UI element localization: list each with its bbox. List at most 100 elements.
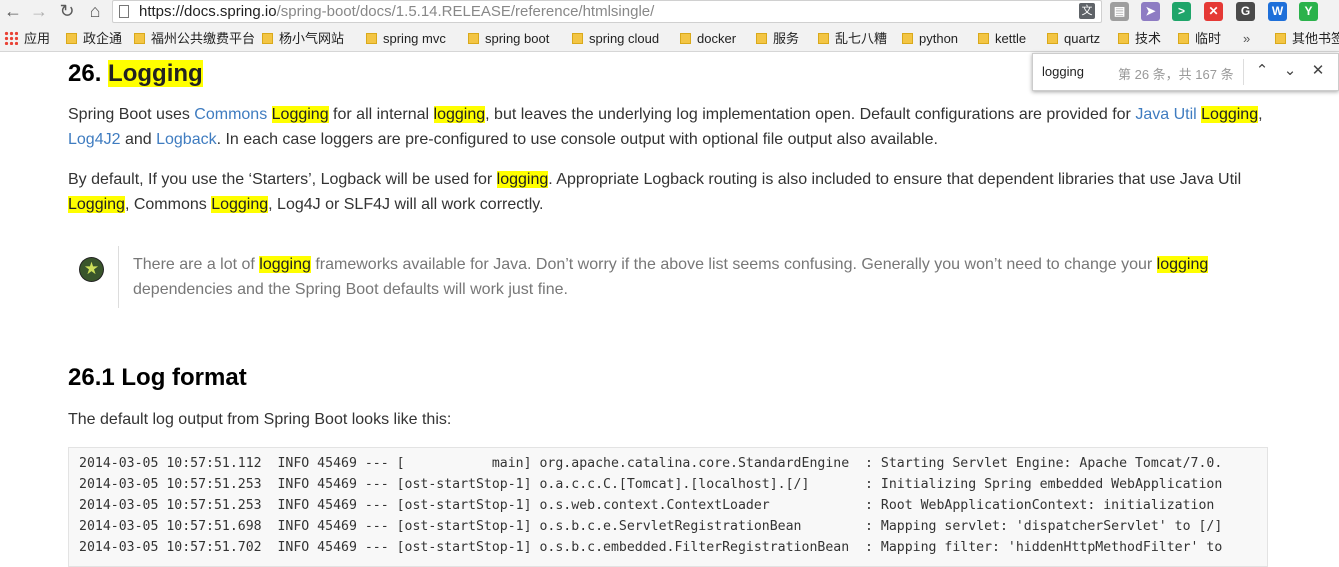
bookmark-label: 技术: [1135, 31, 1162, 46]
page-icon: [119, 5, 129, 18]
code-line: 2014-03-05 10:57:51.253 INFO 45469 --- […: [79, 477, 1223, 492]
text: , Log4J or SLF4J will all work correctly…: [268, 196, 544, 213]
tip-text: There are a lot of logging frameworks av…: [133, 252, 1263, 302]
find-close-button[interactable]: ✕: [1307, 60, 1329, 82]
link-text: Java Util: [1135, 106, 1197, 123]
search-highlight: Logging: [271, 106, 329, 123]
address-bar[interactable]: https://docs.spring.io/spring-boot/docs/…: [112, 0, 1102, 23]
bookmark-folder[interactable]: kettle: [978, 30, 1026, 48]
section-title: Logging: [108, 60, 203, 87]
ext-doc-icon[interactable]: ▤: [1110, 2, 1129, 21]
apps-grid-icon: [4, 31, 18, 45]
folder-icon: [1047, 33, 1058, 44]
folder-icon: [1275, 33, 1286, 44]
search-highlight: logging: [259, 256, 311, 273]
search-highlight: Logging: [1201, 106, 1259, 123]
commons-logging-link[interactable]: Commons Logging: [194, 106, 329, 123]
url-text[interactable]: https://docs.spring.io/spring-boot/docs/…: [139, 3, 654, 20]
bookmark-label: 杨小气网站: [279, 31, 345, 46]
ext-cursor-icon[interactable]: ➤: [1141, 2, 1160, 21]
bookmark-folder[interactable]: 技术: [1118, 30, 1161, 48]
bookmark-label: 政企通: [83, 31, 123, 46]
ext-terminal-icon[interactable]: >: [1172, 2, 1191, 21]
log-format-intro: The default log output from Spring Boot …: [68, 411, 452, 428]
starters-paragraph: By default, If you use the ‘Starters’, L…: [68, 167, 1268, 217]
apps-shortcut[interactable]: 应用: [4, 30, 50, 48]
text: There are a lot of: [133, 256, 260, 273]
folder-icon: [1118, 33, 1129, 44]
text: dependencies and the Spring Boot default…: [133, 281, 568, 298]
text: . Appropriate Logback routing is also in…: [548, 171, 1242, 188]
bookmarks-overflow-button[interactable]: »: [1243, 30, 1250, 48]
text: , but leaves the underlying log implemen…: [485, 106, 1136, 123]
bookmark-folder[interactable]: 福州公共缴费平台: [134, 30, 255, 48]
folder-icon: [134, 33, 145, 44]
find-divider: [1243, 59, 1244, 85]
folder-icon: [468, 33, 479, 44]
apps-label: 应用: [24, 31, 51, 46]
back-button[interactable]: ←: [2, 0, 24, 24]
text: ,: [1258, 106, 1263, 123]
bookmark-folder[interactable]: 乱七八糟: [818, 30, 887, 48]
folder-icon: [1178, 33, 1189, 44]
text: and: [120, 131, 157, 148]
folder-icon: [366, 33, 377, 44]
tip-admonition: There are a lot of logging frameworks av…: [80, 246, 1269, 308]
logback-link[interactable]: Logback: [156, 131, 217, 148]
url-host: https://docs.spring.io: [139, 3, 277, 20]
bookmark-folder[interactable]: spring mvc: [366, 30, 446, 48]
bookmark-folder[interactable]: spring boot: [468, 30, 549, 48]
code-line: 2014-03-05 10:57:51.112 INFO 45469 --- […: [79, 456, 1223, 471]
bookmark-folder[interactable]: 杨小气网站: [262, 30, 344, 48]
folder-icon: [902, 33, 913, 44]
search-highlight: Logging: [211, 196, 269, 213]
search-highlight: logging: [496, 171, 549, 188]
text: By default, If you use the ‘Starters’, L…: [68, 171, 497, 188]
folder-icon: [572, 33, 583, 44]
section-heading: 26. Logging: [68, 60, 203, 88]
find-next-button[interactable]: ⌄: [1279, 60, 1301, 82]
home-button[interactable]: ⌂: [84, 0, 106, 24]
folder-icon: [756, 33, 767, 44]
ext-y-icon[interactable]: Y: [1299, 2, 1318, 21]
bookmark-folder[interactable]: python: [902, 30, 958, 48]
bookmark-folder-other[interactable]: 其他书签: [1275, 30, 1339, 48]
code-line: 2014-03-05 10:57:51.698 INFO 45469 --- […: [79, 519, 1223, 534]
ext-w-icon[interactable]: W: [1268, 2, 1287, 21]
find-prev-button[interactable]: ⌃: [1251, 60, 1273, 82]
bookmark-folder[interactable]: 服务: [756, 30, 799, 48]
bookmark-label: spring boot: [485, 31, 550, 46]
bookmark-folder[interactable]: docker: [680, 30, 736, 48]
bookmark-folder[interactable]: 临时: [1178, 30, 1221, 48]
link-text: Commons: [194, 106, 268, 123]
folder-icon: [262, 33, 273, 44]
text: . In each case loggers are pre-configure…: [216, 131, 938, 148]
bookmark-label: 临时: [1195, 31, 1222, 46]
folder-icon: [978, 33, 989, 44]
bookmark-label: docker: [697, 31, 737, 46]
tip-star-icon: [80, 258, 103, 281]
bookmark-label: 乱七八糟: [835, 31, 888, 46]
text: , Commons: [124, 196, 212, 213]
browser-toolbar: ← → ↻ ⌂ https://docs.spring.io/spring-bo…: [0, 0, 1339, 27]
bookmark-folder[interactable]: 政企通: [66, 30, 122, 48]
search-highlight: logging: [1156, 256, 1209, 273]
folder-icon: [680, 33, 691, 44]
bookmark-label: 服务: [773, 31, 800, 46]
bookmark-label: spring cloud: [589, 31, 660, 46]
ext-g-icon[interactable]: G: [1236, 2, 1255, 21]
find-bar: logging 第 26 条，共 167 条 ⌃ ⌄ ✕: [1032, 53, 1339, 91]
folder-icon: [818, 33, 829, 44]
java-util-logging-link[interactable]: Java Util Logging: [1135, 106, 1259, 123]
bookmark-label: python: [919, 31, 959, 46]
ext-block-icon[interactable]: ✕: [1204, 2, 1223, 21]
bookmark-folder[interactable]: spring cloud: [572, 30, 659, 48]
translate-icon[interactable]: 文: [1079, 3, 1095, 19]
reload-button[interactable]: ↻: [56, 0, 78, 24]
text: frameworks available for Java. Don’t wor…: [310, 256, 1157, 273]
find-input[interactable]: logging: [1042, 64, 1084, 79]
bookmark-folder[interactable]: quartz: [1047, 30, 1100, 48]
folder-icon: [66, 33, 77, 44]
forward-button[interactable]: →: [28, 0, 50, 24]
log4j2-link[interactable]: Log4J2: [68, 131, 121, 148]
